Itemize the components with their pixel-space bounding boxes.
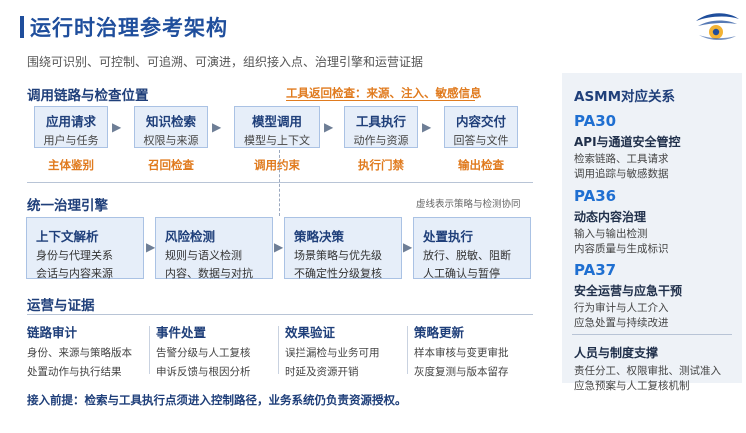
check-execution-gate: 执行门禁 — [358, 158, 404, 172]
arrow-right-icon: ▶ — [146, 240, 156, 254]
arrow-right-icon: ▶ — [324, 120, 334, 134]
column-divider — [278, 326, 279, 374]
column-divider — [149, 326, 150, 374]
engine-box-line: 规则与语义检测 — [165, 249, 242, 262]
chain-box-sub: 动作与资源 — [353, 134, 409, 147]
check-subject-auth: 主体鉴别 — [48, 158, 94, 172]
arrow-right-icon: ▶ — [274, 240, 284, 254]
chain-box-tool-execution: 工具执行 动作与资源 — [344, 106, 418, 148]
pa-line: 输入与输出检测 — [574, 228, 648, 240]
page-subtitle: 围绕可识别、可控制、可追溯、可演进，组织接入点、治理引擎和运营证据 — [27, 55, 424, 69]
engine-box-line: 场景策略与优先级 — [294, 249, 382, 262]
engine-box-line: 会话与内容来源 — [36, 267, 113, 280]
engine-box-line: 人工确认与暂停 — [423, 267, 500, 280]
chain-box-title: 内容交付 — [455, 114, 506, 129]
engine-section-title: 统一治理引擎 — [27, 198, 108, 214]
engine-box-disposal-execution: 处置执行 放行、脱敏、阻断 人工确认与暂停 — [413, 217, 531, 280]
ops-col-title: 链路审计 — [27, 325, 78, 340]
pa-line: 调用追踪与敏感数据 — [574, 168, 669, 180]
pa-name: API与通道安全管控 — [574, 135, 681, 149]
chain-box-title: 模型调用 — [251, 114, 302, 129]
pa-line: 检索链路、工具请求 — [574, 153, 669, 165]
ops-section-title: 运营与证据 — [27, 298, 95, 314]
check-recall: 召回检查 — [148, 158, 194, 172]
check-call-constraint: 调用约束 — [254, 158, 300, 172]
arrow-right-icon: ▶ — [212, 120, 222, 134]
engine-box-context-parsing: 上下文解析 身份与代理关系 会话与内容来源 — [26, 217, 144, 280]
dashed-line-hint: 虚线表示策略与检测协同 — [416, 199, 521, 210]
engine-box-line: 内容、数据与对抗 — [165, 267, 253, 280]
panel-divider — [572, 334, 732, 335]
page-title: 运行时治理参考架构 — [30, 16, 228, 40]
chain-box-content-delivery: 内容交付 回答与文件 — [444, 106, 518, 148]
ops-col-incident-handling: 事件处置 告警分级与人工复核 申诉反馈与根因分析 — [156, 322, 251, 379]
ops-col-title: 效果验证 — [285, 325, 336, 340]
people-system-line: 应急预案与人工复核机制 — [574, 380, 690, 392]
engine-box-risk-detection: 风险检测 规则与语义检测 内容、数据与对抗 — [155, 217, 273, 280]
check-output: 输出检查 — [458, 158, 504, 172]
ops-col-link-audit: 链路审计 身份、来源与策略版本 处置动作与执行结果 — [27, 322, 132, 379]
arrow-right-icon: ▶ — [422, 120, 432, 134]
pa-line: 行为审计与人工介入 — [574, 302, 669, 314]
title-accent-bar — [20, 16, 24, 38]
ops-col-effect-validation: 效果验证 误拦漏检与业务可用 时延及资源开销 — [285, 322, 380, 379]
ops-col-line: 时延及资源开销 — [285, 366, 359, 378]
engine-box-title: 上下文解析 — [36, 229, 99, 244]
chain-box-sub: 模型与上下文 — [244, 134, 310, 147]
ops-col-line: 灰度复测与版本留存 — [414, 366, 509, 378]
people-system-line: 责任分工、权限审批、测试准入 — [574, 365, 721, 377]
chain-box-title: 知识检索 — [145, 114, 196, 129]
chain-section-title: 调用链路与检查位置 — [27, 88, 149, 104]
engine-box-line: 不确定性分级复核 — [294, 267, 382, 280]
chain-box-sub: 回答与文件 — [453, 134, 509, 147]
ops-col-title: 事件处置 — [156, 325, 207, 340]
section-divider — [27, 182, 533, 183]
chain-box-title: 工具执行 — [355, 114, 406, 129]
pa-code: PA30 — [574, 112, 617, 130]
tool-return-check-note: 工具返回检查：来源、注入、敏感信息 — [286, 86, 482, 100]
chain-box-knowledge-retrieval: 知识检索 权限与来源 — [134, 106, 208, 148]
ops-col-line: 误拦漏检与业务可用 — [285, 347, 380, 359]
section-divider — [27, 314, 533, 315]
brand-logo-icon — [696, 13, 739, 41]
column-divider — [407, 326, 408, 374]
engine-box-line: 放行、脱敏、阻断 — [423, 249, 511, 262]
engine-box-policy-decision: 策略决策 场景策略与优先级 不确定性分级复核 — [284, 217, 402, 280]
pa-line: 应急处置与持续改进 — [574, 317, 669, 329]
chain-box-sub: 用户与任务 — [43, 134, 99, 147]
ops-col-policy-update: 策略更新 样本审核与变更审批 灰度复测与版本留存 — [414, 322, 509, 379]
chain-box-app-request: 应用请求 用户与任务 — [34, 106, 108, 148]
pa-line: 内容质量与生成标识 — [574, 243, 669, 255]
tool-note-underline — [286, 100, 475, 101]
pa-code: PA36 — [574, 187, 617, 205]
ops-col-line: 告警分级与人工复核 — [156, 347, 251, 359]
asmm-panel-title: ASMM对应关系 — [574, 89, 676, 105]
access-prerequisite-note: 接入前提：检索与工具执行点须进入控制路径，业务系统仍负责资源授权。 — [27, 393, 407, 407]
ops-col-line: 样本审核与变更审批 — [414, 347, 509, 359]
people-system-title: 人员与制度支撑 — [574, 346, 659, 360]
ops-col-line: 申诉反馈与根因分析 — [156, 366, 251, 378]
pa-name: 安全运营与应急干预 — [574, 284, 683, 298]
policy-detection-dashed-link — [279, 150, 280, 216]
engine-box-title: 风险检测 — [165, 229, 216, 244]
engine-box-line: 身份与代理关系 — [36, 249, 113, 262]
chain-box-title: 应用请求 — [45, 114, 96, 129]
engine-box-title: 处置执行 — [423, 229, 474, 244]
chain-box-model-call: 模型调用 模型与上下文 — [234, 106, 320, 148]
ops-col-title: 策略更新 — [414, 325, 465, 340]
ops-col-line: 身份、来源与策略版本 — [27, 347, 132, 359]
arrow-right-icon: ▶ — [112, 120, 122, 134]
ops-col-line: 处置动作与执行结果 — [27, 366, 122, 378]
engine-box-title: 策略决策 — [294, 229, 345, 244]
pa-name: 动态内容治理 — [574, 210, 647, 224]
chain-box-sub: 权限与来源 — [143, 134, 199, 147]
pa-code: PA37 — [574, 261, 617, 279]
arrow-right-icon: ▶ — [403, 240, 413, 254]
